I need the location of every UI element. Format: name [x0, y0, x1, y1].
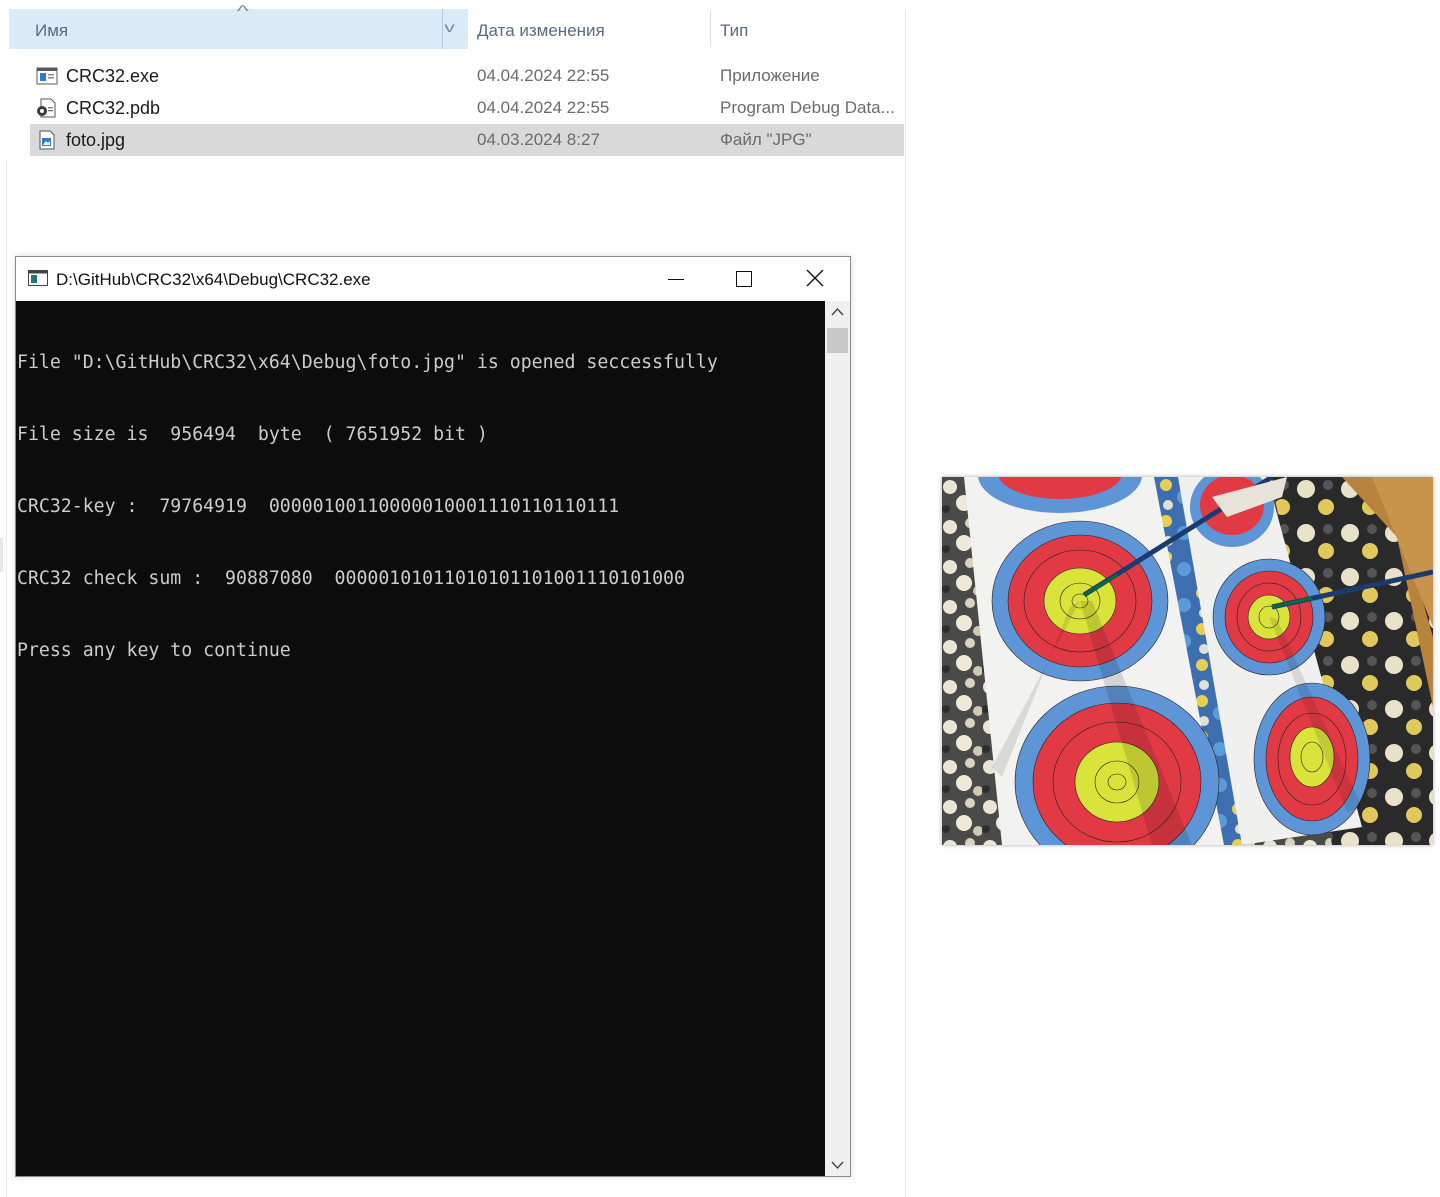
- column-splitter[interactable]: [710, 11, 711, 47]
- column-header-type[interactable]: Тип: [720, 21, 748, 41]
- console-scrollbar[interactable]: [825, 301, 850, 1176]
- file-row-foto-jpg[interactable]: foto.jpg 04.03.2024 8:27 Файл "JPG": [30, 124, 904, 156]
- console-line: File "D:\GitHub\CRC32\x64\Debug\foto.jpg…: [17, 352, 718, 373]
- file-date: 04.04.2024 22:55: [477, 98, 610, 117]
- close-icon: [806, 269, 824, 287]
- photo-preview: [942, 477, 1433, 845]
- file-name: foto.jpg: [66, 130, 126, 150]
- console-title: D:\GitHub\CRC32\x64\Debug\CRC32.exe: [56, 270, 371, 289]
- column-header-date[interactable]: Дата изменения: [477, 21, 605, 41]
- file-date: 04.04.2024 22:55: [477, 66, 610, 85]
- minimize-button[interactable]: [638, 257, 712, 301]
- sort-ascending-icon: ^: [236, 3, 249, 20]
- close-button[interactable]: [778, 257, 850, 301]
- explorer-border: [6, 160, 7, 1197]
- column-splitter[interactable]: [442, 9, 443, 49]
- console-line: CRC32 check sum : 90887080 0000010101101…: [17, 568, 685, 589]
- pdb-file-icon: [37, 98, 56, 118]
- console-app-icon: [28, 270, 48, 286]
- maximize-icon: [736, 271, 752, 287]
- file-row-crc32-exe[interactable]: CRC32.exe 04.04.2024 22:55 Приложение: [30, 60, 904, 92]
- archery-targets-image: [942, 477, 1433, 845]
- console-line: CRC32-key : 79764919 0000010011000001000…: [17, 496, 620, 517]
- file-name: CRC32.pdb: [66, 98, 161, 118]
- column-header-name[interactable]: ^ Имя v: [9, 3, 468, 49]
- file-type: Program Debug Data...: [720, 98, 895, 117]
- window-edge-handle: [0, 538, 3, 572]
- console-titlebar[interactable]: D:\GitHub\CRC32\x64\Debug\CRC32.exe: [16, 257, 850, 301]
- file-row-crc32-pdb[interactable]: CRC32.pdb 04.04.2024 22:55 Program Debug…: [30, 92, 904, 124]
- console-line: Press any key to continue: [17, 640, 291, 661]
- explorer-border: [905, 10, 906, 1197]
- column-header-row: ^ Имя v Дата изменения Тип: [0, 3, 906, 50]
- scroll-up-icon[interactable]: [831, 307, 844, 317]
- console-window[interactable]: D:\GitHub\CRC32\x64\Debug\CRC32.exe File…: [15, 256, 851, 1177]
- file-date: 04.03.2024 8:27: [477, 130, 600, 149]
- console-line: File size is 956494 byte ( 7651952 bit ): [17, 424, 488, 445]
- maximize-button[interactable]: [712, 257, 778, 301]
- file-name: CRC32.exe: [66, 66, 160, 86]
- chevron-down-icon[interactable]: v: [444, 19, 455, 35]
- minimize-icon: [668, 279, 684, 280]
- column-header-name-label: Имя: [35, 21, 69, 40]
- exe-file-icon: [36, 67, 58, 85]
- scrollbar-thumb[interactable]: [827, 328, 848, 353]
- file-type: Приложение: [720, 66, 820, 85]
- scroll-down-icon[interactable]: [831, 1160, 844, 1170]
- console-output[interactable]: File "D:\GitHub\CRC32\x64\Debug\foto.jpg…: [16, 301, 825, 1176]
- jpg-file-icon: [39, 130, 55, 150]
- file-type: Файл "JPG": [720, 130, 812, 149]
